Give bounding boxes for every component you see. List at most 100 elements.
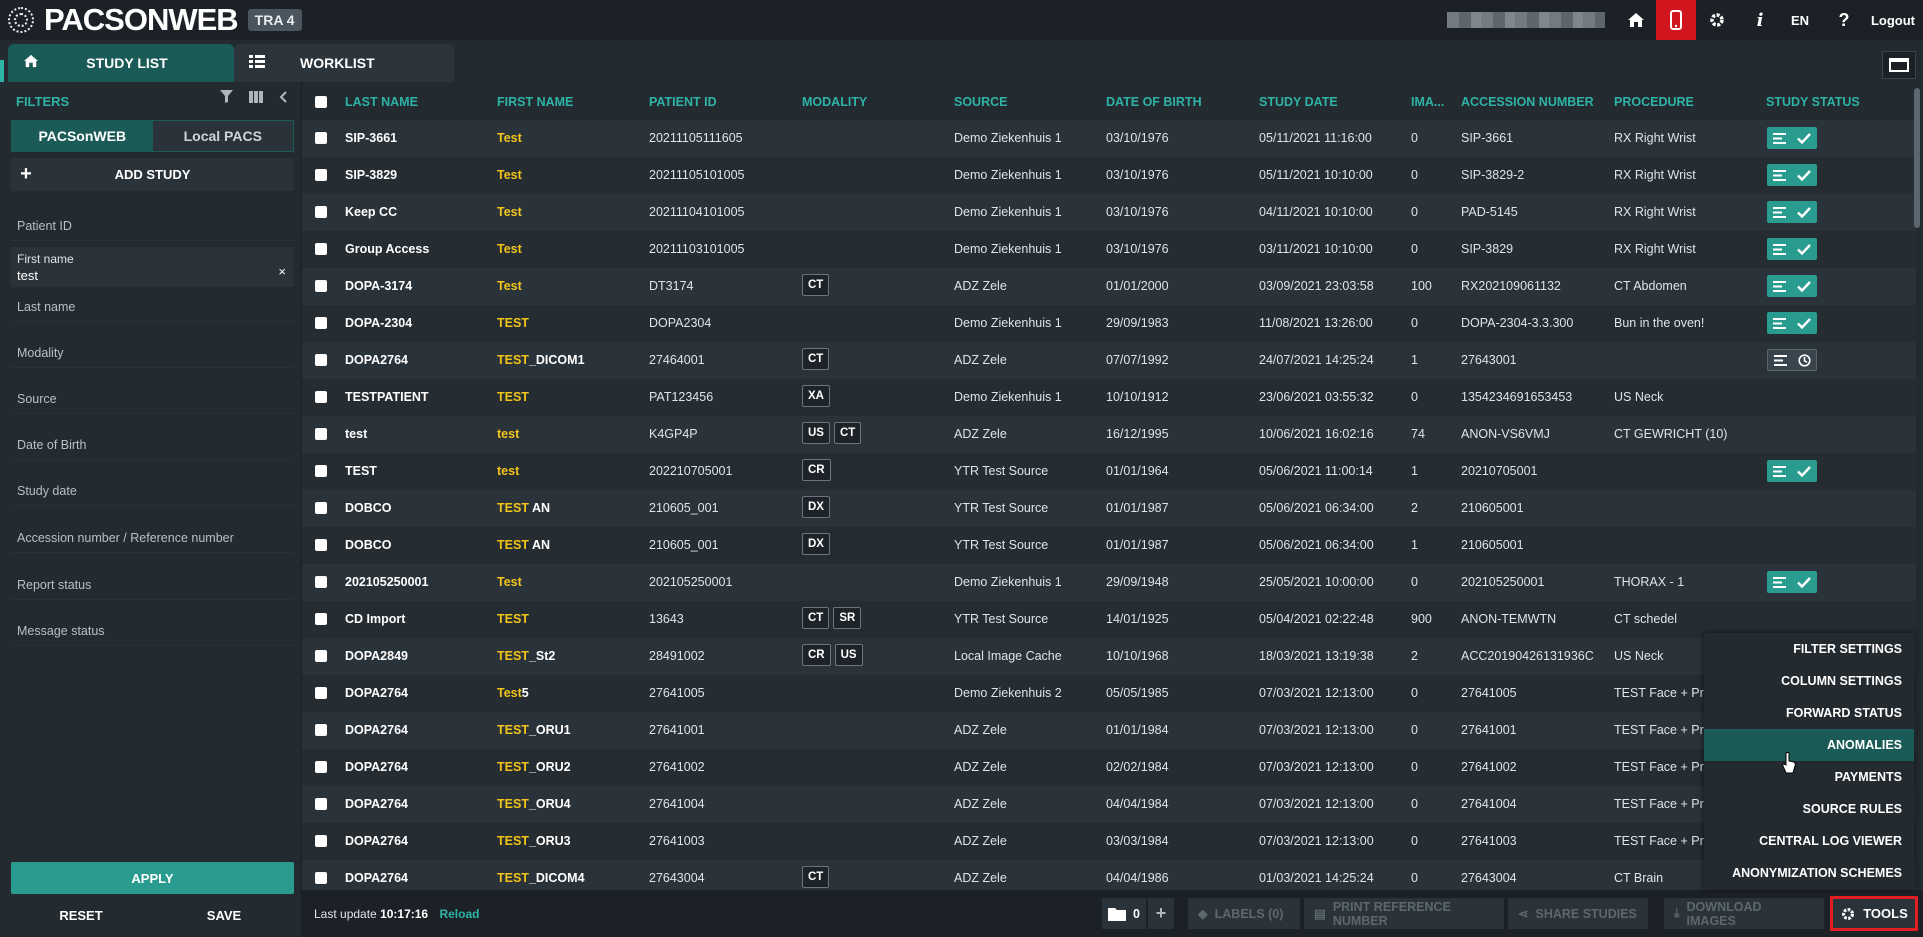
accession-number-field[interactable]: Accession number / Reference number [11, 523, 294, 553]
table-row[interactable]: TEST test 202210705001 CR YTR Test Source 01/… [302, 453, 1916, 490]
table-row[interactable]: DOPA2764 TEST_DICOM4 27643004 CT ADZ Zele 04/… [302, 860, 1916, 890]
table-row[interactable]: DOPA2764 TEST_ORU2 27641002 ADZ Zele 02/02/1… [302, 749, 1916, 786]
study-status-badge[interactable] [1767, 127, 1817, 149]
reload-link[interactable]: Reload [439, 907, 479, 921]
menu-forward-status[interactable]: FORWARD STATUS [1704, 697, 1914, 729]
message-status-field[interactable]: Message status [11, 616, 294, 646]
row-checkbox[interactable] [315, 132, 327, 144]
study-status-badge[interactable] [1767, 275, 1817, 297]
row-checkbox[interactable] [315, 613, 327, 625]
tools-button[interactable]: TOOLS [1830, 896, 1918, 931]
menu-anomalies[interactable]: ANOMALIES [1704, 729, 1914, 761]
labels-button[interactable]: ◆ LABELS (0) [1188, 898, 1300, 929]
brand-logo[interactable]: PACSONWEB TRA 4 [6, 4, 302, 35]
col-study-status[interactable]: STUDY STATUS [1766, 95, 1860, 109]
menu-payments[interactable]: PAYMENTS [1704, 761, 1914, 793]
col-accession-number[interactable]: ACCESSION NUMBER [1461, 95, 1594, 109]
menu-filter-settings[interactable]: FILTER SETTINGS [1704, 633, 1914, 665]
language-button[interactable]: EN [1782, 0, 1818, 40]
source-field[interactable]: Source [11, 384, 294, 414]
row-checkbox[interactable] [315, 243, 327, 255]
row-checkbox[interactable] [315, 465, 327, 477]
col-study-date[interactable]: STUDY DATE [1259, 95, 1338, 109]
row-checkbox[interactable] [315, 354, 327, 366]
study-status-badge[interactable] [1767, 571, 1817, 593]
apply-button[interactable]: APPLY [11, 862, 294, 894]
row-checkbox[interactable] [315, 650, 327, 662]
table-row[interactable]: DOPA2849 TEST_St2 28491002 CR US Local Image … [302, 638, 1916, 675]
row-checkbox[interactable] [315, 169, 327, 181]
table-row[interactable]: Group Access Test 20211103101005 Demo Zieke… [302, 231, 1916, 268]
col-last-name[interactable]: LAST NAME [345, 95, 418, 109]
row-checkbox[interactable] [315, 280, 327, 292]
help-button[interactable]: ? [1826, 0, 1862, 40]
modality-field[interactable]: Modality [11, 338, 294, 368]
row-checkbox[interactable] [315, 206, 327, 218]
source-pacsonweb[interactable]: PACSonWEB [12, 121, 153, 151]
table-row[interactable]: 202105250001 Test 202105250001 Demo Ziekenh… [302, 564, 1916, 601]
panel-toggle-button[interactable] [1882, 51, 1916, 79]
col-date-of-birth[interactable]: DATE OF BIRTH [1106, 95, 1202, 109]
collapse-chevron-icon[interactable] [279, 90, 287, 107]
menu-anonymization-schemes[interactable]: ANONYMIZATION SCHEMES [1704, 857, 1914, 889]
row-checkbox[interactable] [315, 576, 327, 588]
study-date-field[interactable]: Study date [11, 476, 294, 506]
col-modality[interactable]: MODALITY [802, 95, 867, 109]
menu-source-rules[interactable]: SOURCE RULES [1704, 793, 1914, 825]
reset-button[interactable]: RESET [11, 900, 151, 930]
print-reference-button[interactable]: ▤ PRINT REFERENCE NUMBER [1304, 898, 1504, 929]
table-row[interactable]: test test K4GP4P US CT ADZ Zele 16/12/1995 10/0… [302, 416, 1916, 453]
col-procedure[interactable]: PROCEDURE [1614, 95, 1694, 109]
table-scrollbar[interactable] [1914, 88, 1920, 228]
row-checkbox[interactable] [315, 539, 327, 551]
mobile-button[interactable] [1656, 0, 1696, 40]
col-source[interactable]: SOURCE [954, 95, 1007, 109]
row-checkbox[interactable] [315, 798, 327, 810]
table-row[interactable]: DOPA-3174 Test DT3174 CT ADZ Zele 01/01/2000 0… [302, 268, 1916, 305]
tab-worklist[interactable]: WORKLIST [234, 44, 454, 82]
source-local-pacs[interactable]: Local PACS [152, 121, 293, 151]
download-images-button[interactable]: ⤓ DOWNLOAD IMAGES [1664, 898, 1824, 929]
menu-column-settings[interactable]: COLUMN SETTINGS [1704, 665, 1914, 697]
add-to-folder-button[interactable]: + [1148, 898, 1174, 929]
columns-icon[interactable] [249, 90, 263, 107]
study-status-badge[interactable] [1767, 164, 1817, 186]
row-checkbox[interactable] [315, 502, 327, 514]
row-checkbox[interactable] [315, 317, 327, 329]
table-row[interactable]: DOPA2764 TEST_DICOM1 27464001 CT ADZ Zele 07/… [302, 342, 1916, 379]
table-row[interactable]: DOBCO TEST AN 210605_001 DX YTR Test Source 0… [302, 527, 1916, 564]
last-name-field[interactable]: Last name [11, 292, 294, 322]
add-study-button[interactable]: + ADD STUDY [11, 158, 294, 191]
table-row[interactable]: SIP-3829 Test 20211105101005 Demo Ziekenhui… [302, 157, 1916, 194]
table-row[interactable]: DOPA2764 TEST_ORU4 27641004 ADZ Zele 04/04/1… [302, 786, 1916, 823]
first-name-field[interactable]: First name test × [11, 247, 294, 287]
select-all-checkbox[interactable] [315, 96, 327, 108]
row-checkbox[interactable] [315, 391, 327, 403]
table-row[interactable]: DOBCO TEST AN 210605_001 DX YTR Test Source 0… [302, 490, 1916, 527]
table-row[interactable]: SIP-3661 Test 20211105111605 Demo Ziekenhui… [302, 120, 1916, 157]
table-row[interactable]: CD Import TEST 13643 CT SR YTR Test Source 14/… [302, 601, 1916, 638]
study-status-badge[interactable] [1767, 460, 1817, 482]
patient-id-field[interactable]: Patient ID [11, 211, 294, 241]
table-row[interactable]: DOPA2764 TEST_ORU3 27641003 ADZ Zele 03/03/1… [302, 823, 1916, 860]
study-status-badge[interactable] [1767, 312, 1817, 334]
menu-central-log-viewer[interactable]: CENTRAL LOG VIEWER [1704, 825, 1914, 857]
study-status-badge[interactable] [1767, 201, 1817, 223]
row-checkbox[interactable] [315, 835, 327, 847]
logout-button[interactable]: Logout [1866, 0, 1920, 40]
table-row[interactable]: TESTPATIENT TEST PAT123456 XA Demo Ziekenhui… [302, 379, 1916, 416]
table-row[interactable]: DOPA-2304 TEST DOPA2304 Demo Ziekenhuis 1 29… [302, 305, 1916, 342]
col-images[interactable]: IMA... [1411, 95, 1444, 109]
row-checkbox[interactable] [315, 761, 327, 773]
row-checkbox[interactable] [315, 428, 327, 440]
col-patient-id[interactable]: PATIENT ID [649, 95, 717, 109]
study-status-badge[interactable] [1767, 238, 1817, 260]
clear-icon[interactable]: × [278, 264, 286, 279]
col-first-name[interactable]: FIRST NAME [497, 95, 573, 109]
tab-study-list[interactable]: STUDY LIST [8, 44, 234, 82]
report-status-field[interactable]: Report status [11, 570, 294, 600]
table-row[interactable]: DOPA2764 Test5 27641005 Demo Ziekenhuis 2 05… [302, 675, 1916, 712]
date-of-birth-field[interactable]: Date of Birth [11, 430, 294, 460]
share-studies-button[interactable]: ⋖ SHARE STUDIES [1508, 898, 1648, 929]
save-button[interactable]: SAVE [154, 900, 294, 930]
